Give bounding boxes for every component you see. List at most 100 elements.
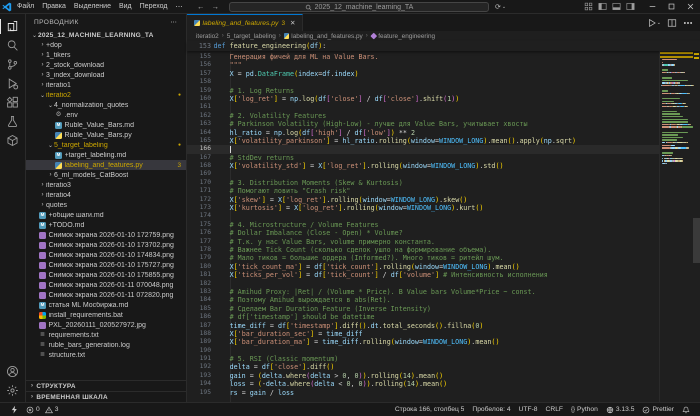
breadcrumb-item-iteratio2[interactable]: iteratio2 (196, 33, 219, 40)
sticky-scroll-line[interactable]: 153def feature_engineering(df): (187, 41, 700, 51)
tree-file-install_requirements.bat[interactable]: install_requirements.bat (26, 310, 186, 320)
code-lines[interactable]: 155 Генерация фичей для ML на Value Bars… (187, 51, 659, 402)
code-line-169[interactable]: 169 (187, 170, 659, 178)
nav-back-icon[interactable]: ← (197, 2, 205, 11)
tree-folder-iteratio1[interactable]: ›iteratio1 (26, 80, 186, 90)
code-line-162[interactable]: 162 # 2. Volatility Features (187, 112, 659, 120)
tree-file-Ruble_Value_Bars.md[interactable]: MRuble_Value_Bars.md (26, 120, 186, 130)
tree-file-_2026-01-10_173702.png[interactable]: Снимок экрана 2026-01-10 173702.png (26, 240, 186, 250)
menu-Переход[interactable]: Переход (136, 0, 172, 13)
code-line-166[interactable]: 166 (187, 145, 659, 153)
maximize-button[interactable] (662, 0, 681, 14)
tree-folder-5_target_labeling[interactable]: ⌄5_target_labeling● (26, 140, 186, 150)
code-line-171[interactable]: 171 # Помогают ловить "Crash risk" (187, 187, 659, 195)
extensions-icon[interactable] (2, 93, 24, 112)
code-line-192[interactable]: 192 delta = df['close'].diff() (187, 363, 659, 371)
tree-file-requirements.txt[interactable]: ≣requirements.txt (26, 330, 186, 340)
search-icon[interactable] (2, 36, 24, 55)
code-line-177[interactable]: 177 # Т.к. у нас Value Bars, volume прим… (187, 238, 659, 246)
code-line-172[interactable]: 172 X['skew'] = X['log_ret'].rolling(win… (187, 196, 659, 204)
code-line-186[interactable]: 186 # df['timestamp'] should be datetime (187, 313, 659, 321)
menu-Файл[interactable]: Файл (13, 0, 38, 13)
code-line-164[interactable]: 164 hl_ratio = np.log(df['high'] / df['l… (187, 129, 659, 137)
code-area[interactable]: 155 Генерация фичей для ML на Value Bars… (187, 51, 700, 402)
tree-file-ruble_bars_generation.log[interactable]: ≣ruble_bars_generation.log (26, 340, 186, 350)
code-line-185[interactable]: 185 # Сделаем Bar Duration Feature (Inve… (187, 305, 659, 313)
code-line-175[interactable]: 175 # 4. Microstructure / Volume Feature… (187, 221, 659, 229)
sync-icon[interactable]: ⟳ (495, 3, 501, 11)
code-line-187[interactable]: 187 time_diff = df['timestamp'].diff().d… (187, 322, 659, 330)
section-СТРУКТУРА[interactable]: ›СТРУКТУРА (26, 380, 186, 391)
tree-file-_2026-01-10_175855.png[interactable]: Снимок экрана 2026-01-10 175855.png (26, 270, 186, 280)
code-line-157[interactable]: 157 X = pd.DataFrame(index=df.index) (187, 70, 659, 78)
code-line-181[interactable]: 181 X['ticks_per_vol'] = df['tick_count'… (187, 271, 659, 279)
tree-file-_2026-01-10_175727.png[interactable]: Снимок экрана 2026-01-10 175727.png (26, 260, 186, 270)
menu-Правка[interactable]: Правка (38, 0, 70, 13)
status--166-5[interactable]: Строка 166, столбец 5 (391, 403, 469, 416)
tree-folder-iteratio3[interactable]: ›iteratio3 (26, 180, 186, 190)
split-editor-button[interactable] (667, 18, 677, 28)
tree-file-Ruble_Value_Bars.py[interactable]: Ruble_Value_Bars.py (26, 130, 186, 140)
settings-icon[interactable] (2, 381, 24, 400)
tree-file-+_.md[interactable]: M+общие шаги.md (26, 210, 186, 220)
code-line-165[interactable]: 165 X['volatility_parkinson'] = hl_ratio… (187, 137, 659, 145)
code-line-180[interactable]: 180 X['tick_count_ma'] = df['tick_count'… (187, 263, 659, 271)
run-and-debug-icon[interactable] (2, 74, 24, 93)
code-line-163[interactable]: 163 # Parkinson Volatility (High-Low) - … (187, 120, 659, 128)
section-ВРЕМЕННАЯ ШКАЛА[interactable]: ›ВРЕМЕННАЯ ШКАЛА (26, 391, 186, 402)
code-line-174[interactable]: 174 (187, 212, 659, 220)
minimize-button[interactable] (643, 0, 662, 14)
tree-folder-1_tikers[interactable]: ›1_tikers (26, 50, 186, 60)
status-utf-8[interactable]: UTF-8 (515, 403, 542, 416)
more-actions-button[interactable] (683, 18, 693, 28)
run-python-file-button[interactable]: ⌄ (647, 18, 661, 28)
nav-forward-icon[interactable]: → (212, 2, 220, 11)
tab-close-icon[interactable]: ✕ (290, 19, 295, 27)
tree-file-_ML_.md[interactable]: Mстатья ML Мосбиржа.md (26, 300, 186, 310)
breadcrumb-item-feature_engineering[interactable]: feature_engineering (371, 33, 435, 40)
menu-Выделение[interactable]: Выделение (70, 0, 115, 13)
code-line-176[interactable]: 176 # Dollar Imbalance (Close - Open) * … (187, 229, 659, 237)
remote-indicator[interactable] (6, 403, 22, 416)
close-window-button[interactable] (681, 0, 700, 14)
toggle-sidebar-icon[interactable] (598, 2, 607, 11)
code-line-182[interactable]: 182 (187, 280, 659, 288)
code-line-183[interactable]: 183 # Amihud Proxy: |Ret| / (Volume * Pr… (187, 288, 659, 296)
menu-Вид[interactable]: Вид (115, 0, 136, 13)
tree-file-_2026-01-11_072820.png[interactable]: Снимок экрана 2026-01-11 072820.png (26, 290, 186, 300)
status-python[interactable]: {}Python (567, 403, 602, 416)
toggle-panel-icon[interactable] (612, 2, 621, 11)
code-line-188[interactable]: 188 X['bar_duration_sec'] = time_diff (187, 330, 659, 338)
scrollbar-slider[interactable] (693, 218, 700, 263)
status-crlf[interactable]: CRLF (542, 403, 567, 416)
tree-folder-2025_12_MACHINE_LEARNING_TA[interactable]: ⌄2025_12_MACHINE_LEARNING_TA (26, 30, 186, 40)
code-line-170[interactable]: 170 # 3. Distribution Moments (Skew & Ku… (187, 179, 659, 187)
tree-file-.env[interactable]: ⚙.env (26, 110, 186, 120)
tree-folder-+dop[interactable]: ›+dop (26, 40, 186, 50)
customize-layout-icon[interactable] (584, 2, 593, 11)
source-control-icon[interactable] (2, 55, 24, 74)
tree-file-_2026-01-11_070048.png[interactable]: Снимок экрана 2026-01-11 070048.png (26, 280, 186, 290)
tree-folder-4_normalization_quotes[interactable]: ⌄4_normalization_quotes (26, 100, 186, 110)
code-line-195[interactable]: 195 rs = gain / loss (187, 389, 659, 397)
testing-icon[interactable] (2, 112, 24, 131)
tree-file-structure.txt[interactable]: ≣structure.txt (26, 350, 186, 360)
status-bell[interactable] (678, 403, 694, 416)
code-line-190[interactable]: 190 (187, 347, 659, 355)
code-line-160[interactable]: 160 X['log_ret'] = np.log(df['close'] / … (187, 95, 659, 103)
toggle-secondary-sidebar-icon[interactable] (626, 2, 635, 11)
status-prettier[interactable]: Prettier (638, 403, 678, 416)
tree-folder-3_index_download[interactable]: ›3_index_download (26, 70, 186, 80)
breadcrumb-item-labeling_and_features.py[interactable]: labeling_and_features.py (284, 33, 363, 40)
code-line-153[interactable]: 153def feature_engineering(df): (187, 42, 326, 50)
tree-folder-6_ml_models_CatBoost[interactable]: ›6_ml_models_CatBoost (26, 170, 186, 180)
account-icon[interactable] (2, 362, 24, 381)
sidebar-more-actions[interactable]: ⋯ (170, 18, 178, 26)
code-line-179[interactable]: 179 # Мало тиков = большие ордера (Infor… (187, 254, 659, 262)
minimap[interactable] (659, 51, 693, 402)
code-line-173[interactable]: 173 X['kurtosis'] = X['log_ret'].rolling… (187, 204, 659, 212)
status-3-13-5[interactable]: 3.13.5 (602, 403, 639, 416)
tab-labeling-and-features[interactable]: labeling_and_features.py 3 ✕ (187, 14, 303, 31)
code-line-194[interactable]: 194 loss = (-delta.where(delta < 0, 0)).… (187, 380, 659, 388)
tree-file-PXL_20260111_020527972.jpg[interactable]: PXL_20260111_020527972.jpg (26, 320, 186, 330)
